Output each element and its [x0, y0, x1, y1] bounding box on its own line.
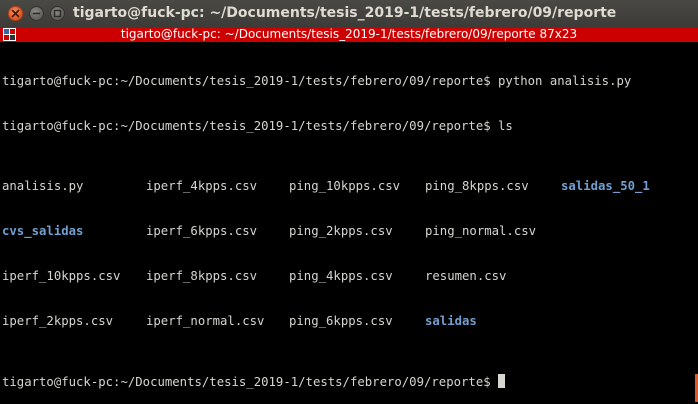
- file-entry: ping_6kpps.csv: [289, 314, 393, 328]
- title-bar[interactable]: tigarto@fuck-pc: ~/Documents/tesis_2019-…: [0, 0, 698, 27]
- directory-entry: salidas: [425, 314, 477, 328]
- file-entry: ping_2kpps.csv: [289, 224, 393, 238]
- directory-entry: cvs_salidas: [2, 224, 84, 238]
- close-button[interactable]: [8, 6, 23, 21]
- file-entry: iperf_6kpps.csv: [146, 224, 258, 238]
- file-entry: iperf_2kpps.csv: [2, 314, 114, 328]
- terminal-output[interactable]: tigarto@fuck-pc:~/Documents/tesis_2019-1…: [2, 44, 696, 402]
- file-entry: ping_8kpps.csv: [425, 179, 529, 193]
- ls-row: cvs_salidas iperf_6kpps.csv ping_2kpps.c…: [2, 224, 696, 239]
- file-entry: iperf_10kpps.csv: [2, 269, 121, 283]
- command-line: tigarto@fuck-pc:~/Documents/tesis_2019-1…: [2, 119, 513, 133]
- minimize-button[interactable]: [29, 6, 44, 21]
- file-entry: resumen.csv: [425, 269, 507, 283]
- tab-bar[interactable]: tigarto@fuck-pc: ~/Documents/tesis_2019-…: [0, 27, 698, 42]
- ls-row: analisis.py iperf_4kpps.csv ping_10kpps.…: [2, 179, 696, 194]
- file-entry: ping_4kpps.csv: [289, 269, 393, 283]
- terminal-window: tigarto@fuck-pc: ~/Documents/tesis_2019-…: [0, 0, 698, 404]
- file-entry: analisis.py: [2, 179, 84, 193]
- tab-title: tigarto@fuck-pc: ~/Documents/tesis_2019-…: [120, 27, 578, 41]
- file-entry: iperf_4kpps.csv: [146, 179, 258, 193]
- file-entry: iperf_normal.csv: [146, 314, 265, 328]
- command-line: tigarto@fuck-pc:~/Documents/tesis_2019-1…: [2, 74, 632, 88]
- text-cursor: [497, 374, 505, 388]
- close-icon: [11, 9, 20, 18]
- window-title: tigarto@fuck-pc: ~/Documents/tesis_2019-…: [73, 5, 617, 21]
- file-entry: ping_10kpps.csv: [289, 179, 401, 193]
- directory-entry: salidas_50_1: [561, 179, 650, 193]
- maximize-button[interactable]: [50, 6, 65, 21]
- ls-row: iperf_10kpps.csv iperf_8kpps.csv ping_4k…: [2, 269, 696, 284]
- ls-row: iperf_2kpps.csv iperf_normal.csv ping_6k…: [2, 314, 696, 329]
- file-entry: iperf_8kpps.csv: [146, 269, 258, 283]
- prompt-line[interactable]: tigarto@fuck-pc:~/Documents/tesis_2019-1…: [2, 374, 696, 389]
- maximize-icon: [53, 9, 62, 18]
- file-entry: ping_normal.csv: [425, 224, 537, 238]
- minimize-icon: [32, 12, 41, 15]
- shell-prompt: tigarto@fuck-pc:~/Documents/tesis_2019-1…: [2, 375, 491, 389]
